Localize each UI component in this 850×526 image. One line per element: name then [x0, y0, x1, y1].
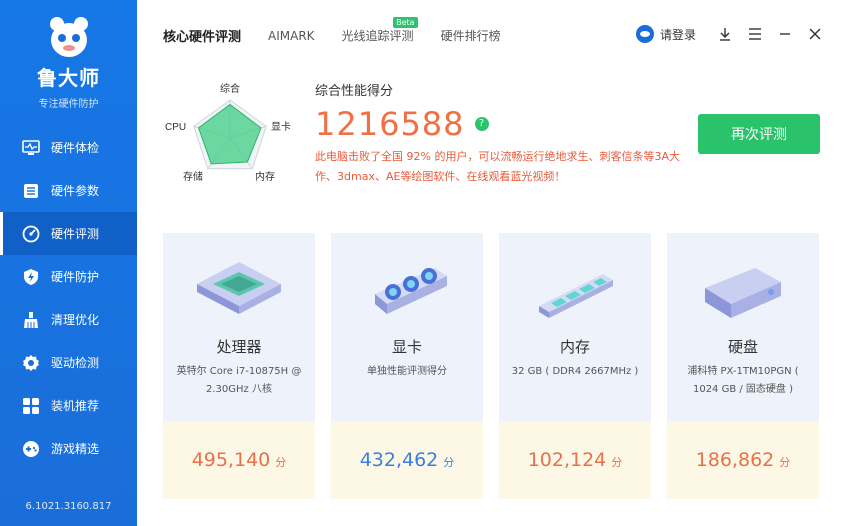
tab-label: 核心硬件评测 — [163, 30, 242, 45]
sidebar-item-hardware-params[interactable]: 硬件参数 — [0, 169, 137, 212]
card-score-unit: 分 — [611, 456, 623, 469]
tab-bar: 核心硬件评测 AIMARK 光线追踪评测 Beta 硬件排行榜 — [163, 17, 528, 45]
card-score-area: 186,862 分 — [667, 421, 819, 499]
sidebar-item-label: 硬件体检 — [51, 141, 100, 155]
sidebar-item-game-picks[interactable]: 游戏精选 — [0, 427, 137, 470]
card-title: 内存 — [559, 338, 590, 356]
login-label: 请登录 — [659, 27, 696, 42]
brand-name: 鲁大师 — [37, 66, 100, 90]
sliders-icon — [22, 182, 40, 200]
mascot-icon — [43, 10, 95, 60]
close-button[interactable] — [800, 24, 830, 44]
tab-ray-tracing[interactable]: 光线追踪评测 Beta — [341, 17, 418, 44]
puzzle-icon — [22, 397, 40, 415]
logo: 鲁大师 专注硬件防护 — [0, 10, 137, 110]
beta-badge: Beta — [393, 17, 418, 28]
cpu-card[interactable]: 处理器 英特尔 Core i7-10875H @ 2.30GHz 八核 495,… — [163, 233, 315, 499]
card-score-unit: 分 — [275, 456, 287, 469]
tab-label: AIMARK — [268, 28, 315, 43]
sidebar-item-label: 驱动检测 — [51, 356, 100, 370]
sidebar-item-build-recommend[interactable]: 装机推荐 — [0, 384, 137, 427]
card-score: 186,862 — [695, 449, 775, 471]
card-score-unit: 分 — [779, 456, 791, 469]
score-summary: 综合性能得分 1216588 ? 此电脑击败了全国 92% 的用户，可以流畅运行… — [315, 80, 695, 187]
card-score: 432,462 — [359, 449, 439, 471]
monitor-pulse-icon — [22, 139, 40, 157]
minimize-button[interactable] — [770, 24, 800, 44]
sidebar: 鲁大师 专注硬件防护 硬件体检 硬件参数 硬件评测 硬件防护 清理优化 驱动检测… — [0, 0, 137, 526]
summary-title: 综合性能得分 — [315, 84, 394, 99]
gpu-card[interactable]: 显卡 单独性能评测得分 432,462 分 — [331, 233, 483, 499]
sidebar-item-label: 清理优化 — [51, 313, 100, 327]
tab-core-benchmark[interactable]: 核心硬件评测 — [163, 26, 241, 45]
tab-label: 硬件排行榜 — [440, 29, 501, 43]
radar-chart: 综合 显卡 内存 存储 CPU — [165, 82, 291, 183]
gauge-icon — [22, 225, 40, 243]
sidebar-nav: 硬件体检 硬件参数 硬件评测 硬件防护 清理优化 驱动检测 装机推荐 游戏精选 — [0, 126, 137, 470]
card-title: 显卡 — [391, 338, 422, 356]
radar-label-cpu: CPU — [165, 122, 186, 133]
version-label: 6.1021.3160.817 — [25, 501, 112, 512]
sidebar-item-driver-detect[interactable]: 驱动检测 — [0, 341, 137, 384]
radar-label-gpu: 显卡 — [271, 120, 291, 133]
gear-icon — [22, 354, 40, 372]
main-panel: 核心硬件评测 AIMARK 光线追踪评测 Beta 硬件排行榜 请登录 综合 显… — [137, 0, 850, 526]
graphics-card-icon — [331, 249, 483, 339]
memory-card[interactable]: 内存 32 GB ( DDR4 2667MHz ) 102,124 分 — [499, 233, 651, 499]
sidebar-item-hardware-benchmark[interactable]: 硬件评测 — [0, 212, 137, 255]
minimize-icon — [780, 33, 790, 35]
card-score-unit: 分 — [443, 456, 455, 469]
sidebar-item-label: 硬件评测 — [51, 227, 100, 241]
radar-label-overall: 综合 — [220, 82, 240, 95]
card-description: 32 GB ( DDR4 2667MHz ) — [511, 366, 639, 377]
cpu-chip-icon — [163, 249, 315, 339]
tab-aimark[interactable]: AIMARK — [268, 29, 315, 43]
card-description: 单独性能评测得分 — [367, 366, 447, 377]
memory-stick-icon — [499, 249, 651, 339]
topbar: 核心硬件评测 AIMARK 光线追踪评测 Beta 硬件排行榜 请登录 — [137, 0, 850, 68]
help-icon[interactable]: ? — [474, 117, 489, 131]
sidebar-item-label: 硬件参数 — [51, 184, 100, 198]
sidebar-item-hardware-protection[interactable]: 硬件防护 — [0, 255, 137, 298]
total-score: 1216588 — [315, 105, 465, 143]
card-score-area: 495,140 分 — [163, 421, 315, 499]
user-eye-icon — [635, 25, 654, 43]
card-title: 硬盘 — [727, 338, 758, 356]
card-score-area: 432,462 分 — [331, 421, 483, 499]
brand-slogan: 专注硬件防护 — [38, 99, 99, 110]
radar-label-memory: 内存 — [255, 170, 275, 183]
broom-icon — [22, 311, 40, 329]
close-icon — [809, 28, 821, 40]
sidebar-item-hardware-check[interactable]: 硬件体检 — [0, 126, 137, 169]
tab-ranking[interactable]: 硬件排行榜 — [441, 27, 501, 44]
hard-drive-icon — [667, 249, 819, 339]
tab-label: 光线追踪评测 — [341, 29, 414, 43]
hardware-cards: 处理器 英特尔 Core i7-10875H @ 2.30GHz 八核 495,… — [163, 233, 819, 499]
download-button[interactable] — [710, 24, 740, 44]
menu-button[interactable] — [740, 24, 770, 44]
radar-label-storage: 存储 — [183, 170, 203, 183]
window-controls: 请登录 — [635, 24, 830, 44]
score-row: 1216588 ? — [315, 105, 695, 143]
sidebar-item-cleanup[interactable]: 清理优化 — [0, 298, 137, 341]
sidebar-item-label: 装机推荐 — [51, 399, 100, 413]
gamepad-icon — [22, 440, 40, 458]
shield-bolt-icon — [22, 268, 40, 286]
download-icon — [720, 28, 730, 41]
card-score: 102,124 — [527, 449, 607, 471]
card-title: 处理器 — [216, 338, 262, 356]
sidebar-item-label: 游戏精选 — [51, 442, 100, 456]
card-description: 英特尔 Core i7-10875H @ 2.30GHz 八核 — [176, 366, 302, 395]
sidebar-item-label: 硬件防护 — [51, 270, 100, 284]
card-score-area: 102,124 分 — [499, 421, 651, 499]
disk-card[interactable]: 硬盘 浦科特 PX-1TM10PGN ( 1024 GB / 固态硬盘 ) 18… — [667, 233, 819, 499]
card-description: 浦科特 PX-1TM10PGN ( 1024 GB / 固态硬盘 ) — [687, 366, 799, 395]
card-score: 495,140 — [191, 449, 271, 471]
login-button[interactable]: 请登录 — [635, 25, 696, 43]
retest-button[interactable]: 再次评测 — [698, 114, 820, 154]
score-description: 此电脑击败了全国 92% 的用户，可以流畅运行绝地求生、刺客信条等3A大作、3d… — [315, 150, 680, 183]
hamburger-icon — [749, 28, 761, 40]
